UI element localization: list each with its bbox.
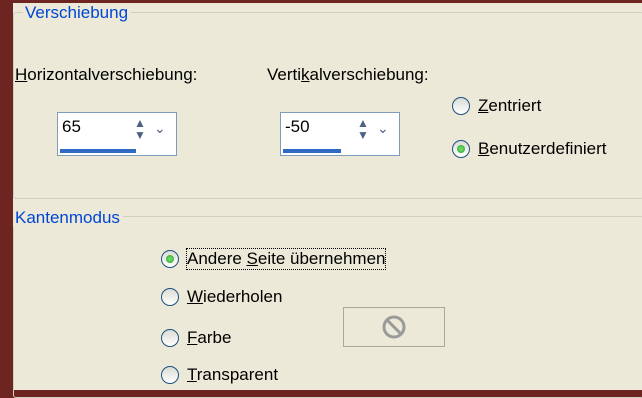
- horizontal-shift-spinner[interactable]: 65 ▲ ▼ ⌄: [57, 112, 177, 156]
- edge-mode-group-title: Kantenmodus: [13, 208, 123, 227]
- radio-selected-dot: [457, 145, 465, 153]
- chevron-down-icon[interactable]: ⌄: [154, 121, 166, 135]
- color-swatch-button[interactable]: [343, 307, 445, 347]
- window-frame: Verschiebung Horizontalverschiebung: Ver…: [0, 0, 642, 398]
- radio-custom-button[interactable]: [452, 140, 470, 158]
- horizontal-shift-label: Horizontalverschiebung:: [15, 65, 198, 84]
- spin-down-icon[interactable]: ▼: [134, 129, 146, 141]
- horizontal-spinner-buttons[interactable]: ▲ ▼ ⌄: [130, 117, 174, 141]
- chevron-down-icon[interactable]: ⌄: [377, 121, 389, 135]
- vertical-spinner-buttons[interactable]: ▲ ▼ ⌄: [353, 117, 397, 141]
- vertical-shift-value[interactable]: -50: [285, 117, 310, 137]
- vertical-shift-slider-bar[interactable]: [283, 149, 341, 153]
- radio-custom-label[interactable]: Benutzerdefiniert: [478, 139, 607, 159]
- edge-option-repeat-label[interactable]: Wiederholen: [187, 287, 282, 307]
- edge-option-repeat-button[interactable]: [161, 288, 179, 306]
- vertical-shift-spinner[interactable]: -50 ▲ ▼ ⌄: [280, 112, 400, 156]
- radio-centered-label[interactable]: Zentriert: [478, 96, 541, 116]
- edge-option-transparent-button[interactable]: [161, 366, 179, 384]
- horizontal-shift-value[interactable]: 65: [62, 117, 81, 137]
- edge-mode-group: [13, 216, 642, 398]
- edge-option-other-side-label[interactable]: Andere Seite übernehmen: [185, 248, 387, 270]
- shift-group-title: Verschiebung: [23, 3, 132, 22]
- edge-option-color-button[interactable]: [161, 329, 179, 347]
- radio-selected-dot: [166, 255, 174, 263]
- dialog-panel: Verschiebung Horizontalverschiebung: Ver…: [13, 3, 642, 398]
- spin-down-icon[interactable]: ▼: [357, 129, 369, 141]
- edge-option-transparent-label[interactable]: Transparent: [187, 365, 278, 385]
- vertical-shift-label: Vertikalverschiebung:: [267, 65, 429, 84]
- horizontal-shift-slider-bar[interactable]: [60, 149, 136, 153]
- shift-group: [13, 12, 642, 199]
- radio-centered-button[interactable]: [452, 97, 470, 115]
- edge-option-other-side-button[interactable]: [161, 250, 179, 268]
- edge-option-color-label[interactable]: Farbe: [187, 328, 231, 348]
- no-color-icon: [382, 315, 406, 339]
